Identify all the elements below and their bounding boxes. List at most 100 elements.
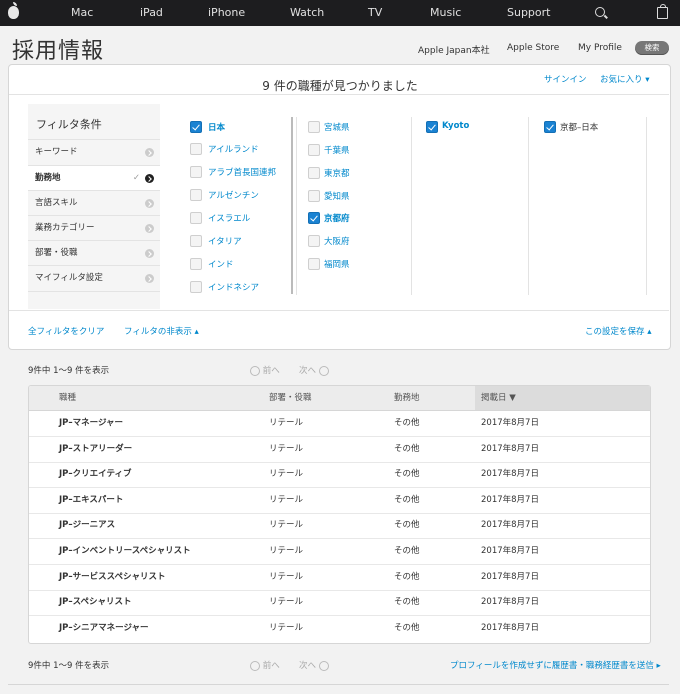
prefecture-label[interactable]: 福岡県 — [324, 258, 350, 270]
prefecture-label[interactable]: 愛知県 — [324, 190, 350, 202]
clear-all-filters-link[interactable]: 全フィルタをクリア — [28, 325, 104, 337]
table-row[interactable]: JP–シニアマネージャー リテール その他 2017年8月7日 — [29, 616, 650, 641]
city-label[interactable]: Kyoto — [442, 121, 469, 131]
table-row[interactable]: JP–マネージャー リテール その他 2017年8月7日 — [29, 411, 650, 437]
nav-item-tv[interactable]: TV — [368, 0, 382, 26]
column-header-date[interactable]: 掲載日 ▼ — [475, 386, 650, 410]
country-checkbox[interactable] — [190, 212, 202, 224]
chevron-right-icon — [145, 199, 154, 208]
job-title-link[interactable]: JP–サービススペシャリスト — [59, 565, 166, 590]
signin-link[interactable]: サインイン — [544, 73, 587, 85]
country-checkbox[interactable] — [190, 189, 202, 201]
apple-logo-icon[interactable] — [8, 2, 19, 19]
column-header-title[interactable]: 職種 — [59, 386, 259, 410]
search-icon[interactable] — [595, 7, 605, 17]
job-title-link[interactable]: JP–ストアリーダー — [59, 437, 132, 462]
next-icon — [318, 365, 329, 376]
footer-pagination-prev[interactable]: 前へ — [250, 659, 280, 671]
prefecture-label[interactable]: 宮城県 — [324, 121, 350, 133]
job-title-link[interactable]: JP–ジーニアス — [59, 513, 115, 538]
nav-item-ipad[interactable]: iPad — [140, 0, 163, 26]
apple-store-link[interactable]: Apple Store — [507, 43, 559, 53]
country-checkbox[interactable] — [190, 235, 202, 247]
table-row[interactable]: JP–インベントリースペシャリスト リテール その他 2017年8月7日 — [29, 539, 650, 565]
nav-item-support[interactable]: Support — [507, 0, 550, 26]
country-label[interactable]: インドネシア — [208, 281, 259, 293]
pagination-next[interactable]: 次へ — [299, 364, 329, 376]
prefecture-label[interactable]: 千葉県 — [324, 144, 350, 156]
filter-category-location[interactable]: 勤務地 ✓ — [28, 165, 160, 191]
department-cell: リテール — [269, 572, 304, 582]
filter-category-my-filters[interactable]: マイフィルタ設定 — [28, 265, 160, 292]
filter-category-department[interactable]: 部署・役職 — [28, 240, 160, 266]
country-label[interactable]: アルゼンチン — [208, 189, 259, 201]
prefecture-checkbox-kyoto[interactable] — [308, 212, 320, 224]
filter-category-business[interactable]: 業務カテゴリー — [28, 215, 160, 241]
city-checkbox-kyoto[interactable] — [426, 121, 438, 133]
location-cell: その他 — [394, 520, 420, 530]
prefecture-checkbox[interactable] — [308, 235, 320, 247]
favorites-link[interactable]: お気に入り ▾ — [600, 73, 649, 85]
prefecture-checkbox[interactable] — [308, 190, 320, 202]
department-cell: リテール — [269, 546, 304, 556]
job-title-link[interactable]: JP–エキスパート — [59, 488, 123, 513]
prefecture-checkbox[interactable] — [308, 167, 320, 179]
country-label[interactable]: アイルランド — [208, 143, 259, 155]
hide-filters-link[interactable]: フィルタの非表示 ▴ — [124, 325, 199, 337]
save-settings-link[interactable]: この設定を保存 ▴ — [585, 325, 651, 337]
country-checkbox[interactable] — [190, 166, 202, 178]
prefecture-checkbox[interactable] — [308, 121, 320, 133]
shopping-bag-icon[interactable] — [657, 4, 668, 19]
table-row[interactable]: JP–ジーニアス リテール その他 2017年8月7日 — [29, 513, 650, 539]
search-button[interactable]: 検索 — [635, 41, 669, 55]
country-label[interactable]: アラブ首長国連邦 — [208, 166, 276, 178]
table-row[interactable]: JP–クリエイティブ リテール その他 2017年8月7日 — [29, 462, 650, 488]
filter-category-language[interactable]: 言語スキル — [28, 190, 160, 216]
table-row[interactable]: JP–サービススペシャリスト リテール その他 2017年8月7日 — [29, 565, 650, 591]
apple-japan-link[interactable]: Apple Japan本社 — [418, 43, 490, 56]
country-label[interactable]: 日本 — [208, 121, 225, 133]
table-row[interactable]: JP–スペシャリスト リテール その他 2017年8月7日 — [29, 590, 650, 616]
country-label[interactable]: イスラエル — [208, 212, 250, 224]
prefecture-label[interactable]: 京都府 — [324, 212, 350, 224]
selected-checkbox[interactable] — [544, 121, 556, 133]
filter-category-keyword[interactable]: キーワード — [28, 139, 160, 165]
job-title-link[interactable]: JP–スペシャリスト — [59, 590, 132, 615]
prefecture-label[interactable]: 大阪府 — [324, 235, 350, 247]
prefecture-label[interactable]: 東京都 — [324, 167, 350, 179]
table-row[interactable]: JP–ストアリーダー リテール その他 2017年8月7日 — [29, 437, 650, 463]
nav-item-music[interactable]: Music — [430, 0, 461, 26]
country-checkbox[interactable] — [190, 143, 202, 155]
column-header-department[interactable]: 部署・役職 — [269, 386, 379, 410]
footer-pagination-next[interactable]: 次へ — [299, 659, 329, 671]
column-divider — [528, 117, 529, 295]
country-label[interactable]: イタリア — [208, 235, 242, 247]
country-list-scrollbar[interactable] — [291, 117, 293, 294]
date-cell: 2017年8月7日 — [481, 572, 539, 582]
nav-item-mac[interactable]: Mac — [71, 0, 93, 26]
column-header-location[interactable]: 勤務地 — [394, 386, 474, 410]
country-checkbox-japan[interactable] — [190, 121, 202, 133]
job-title-link[interactable]: JP–シニアマネージャー — [59, 616, 149, 641]
table-row[interactable]: JP–エキスパート リテール その他 2017年8月7日 — [29, 488, 650, 514]
nav-item-iphone[interactable]: iPhone — [208, 0, 245, 26]
my-profile-link[interactable]: My Profile — [578, 43, 622, 53]
job-title-link[interactable]: JP–マネージャー — [59, 411, 123, 436]
date-cell: 2017年8月7日 — [481, 444, 539, 454]
submit-resume-link[interactable]: プロフィールを作成せずに履歴書・職務経歴書を送信 ▸ — [450, 659, 661, 671]
department-cell: リテール — [269, 623, 304, 633]
country-label[interactable]: インド — [208, 258, 234, 270]
country-checkbox[interactable] — [190, 281, 202, 293]
country-checkbox[interactable] — [190, 258, 202, 270]
selected-location-label[interactable]: 京都–日本 — [560, 121, 598, 133]
global-nav: Mac iPad iPhone Watch TV Music Support — [0, 0, 680, 26]
prefecture-checkbox[interactable] — [308, 258, 320, 270]
column-divider — [296, 117, 297, 295]
job-title-link[interactable]: JP–インベントリースペシャリスト — [59, 539, 191, 564]
job-title-link[interactable]: JP–クリエイティブ — [59, 462, 131, 487]
nav-item-watch[interactable]: Watch — [290, 0, 324, 26]
pagination-prev[interactable]: 前へ — [250, 364, 280, 376]
location-cell: その他 — [394, 597, 420, 607]
prefecture-checkbox[interactable] — [308, 144, 320, 156]
next-icon — [318, 660, 329, 671]
